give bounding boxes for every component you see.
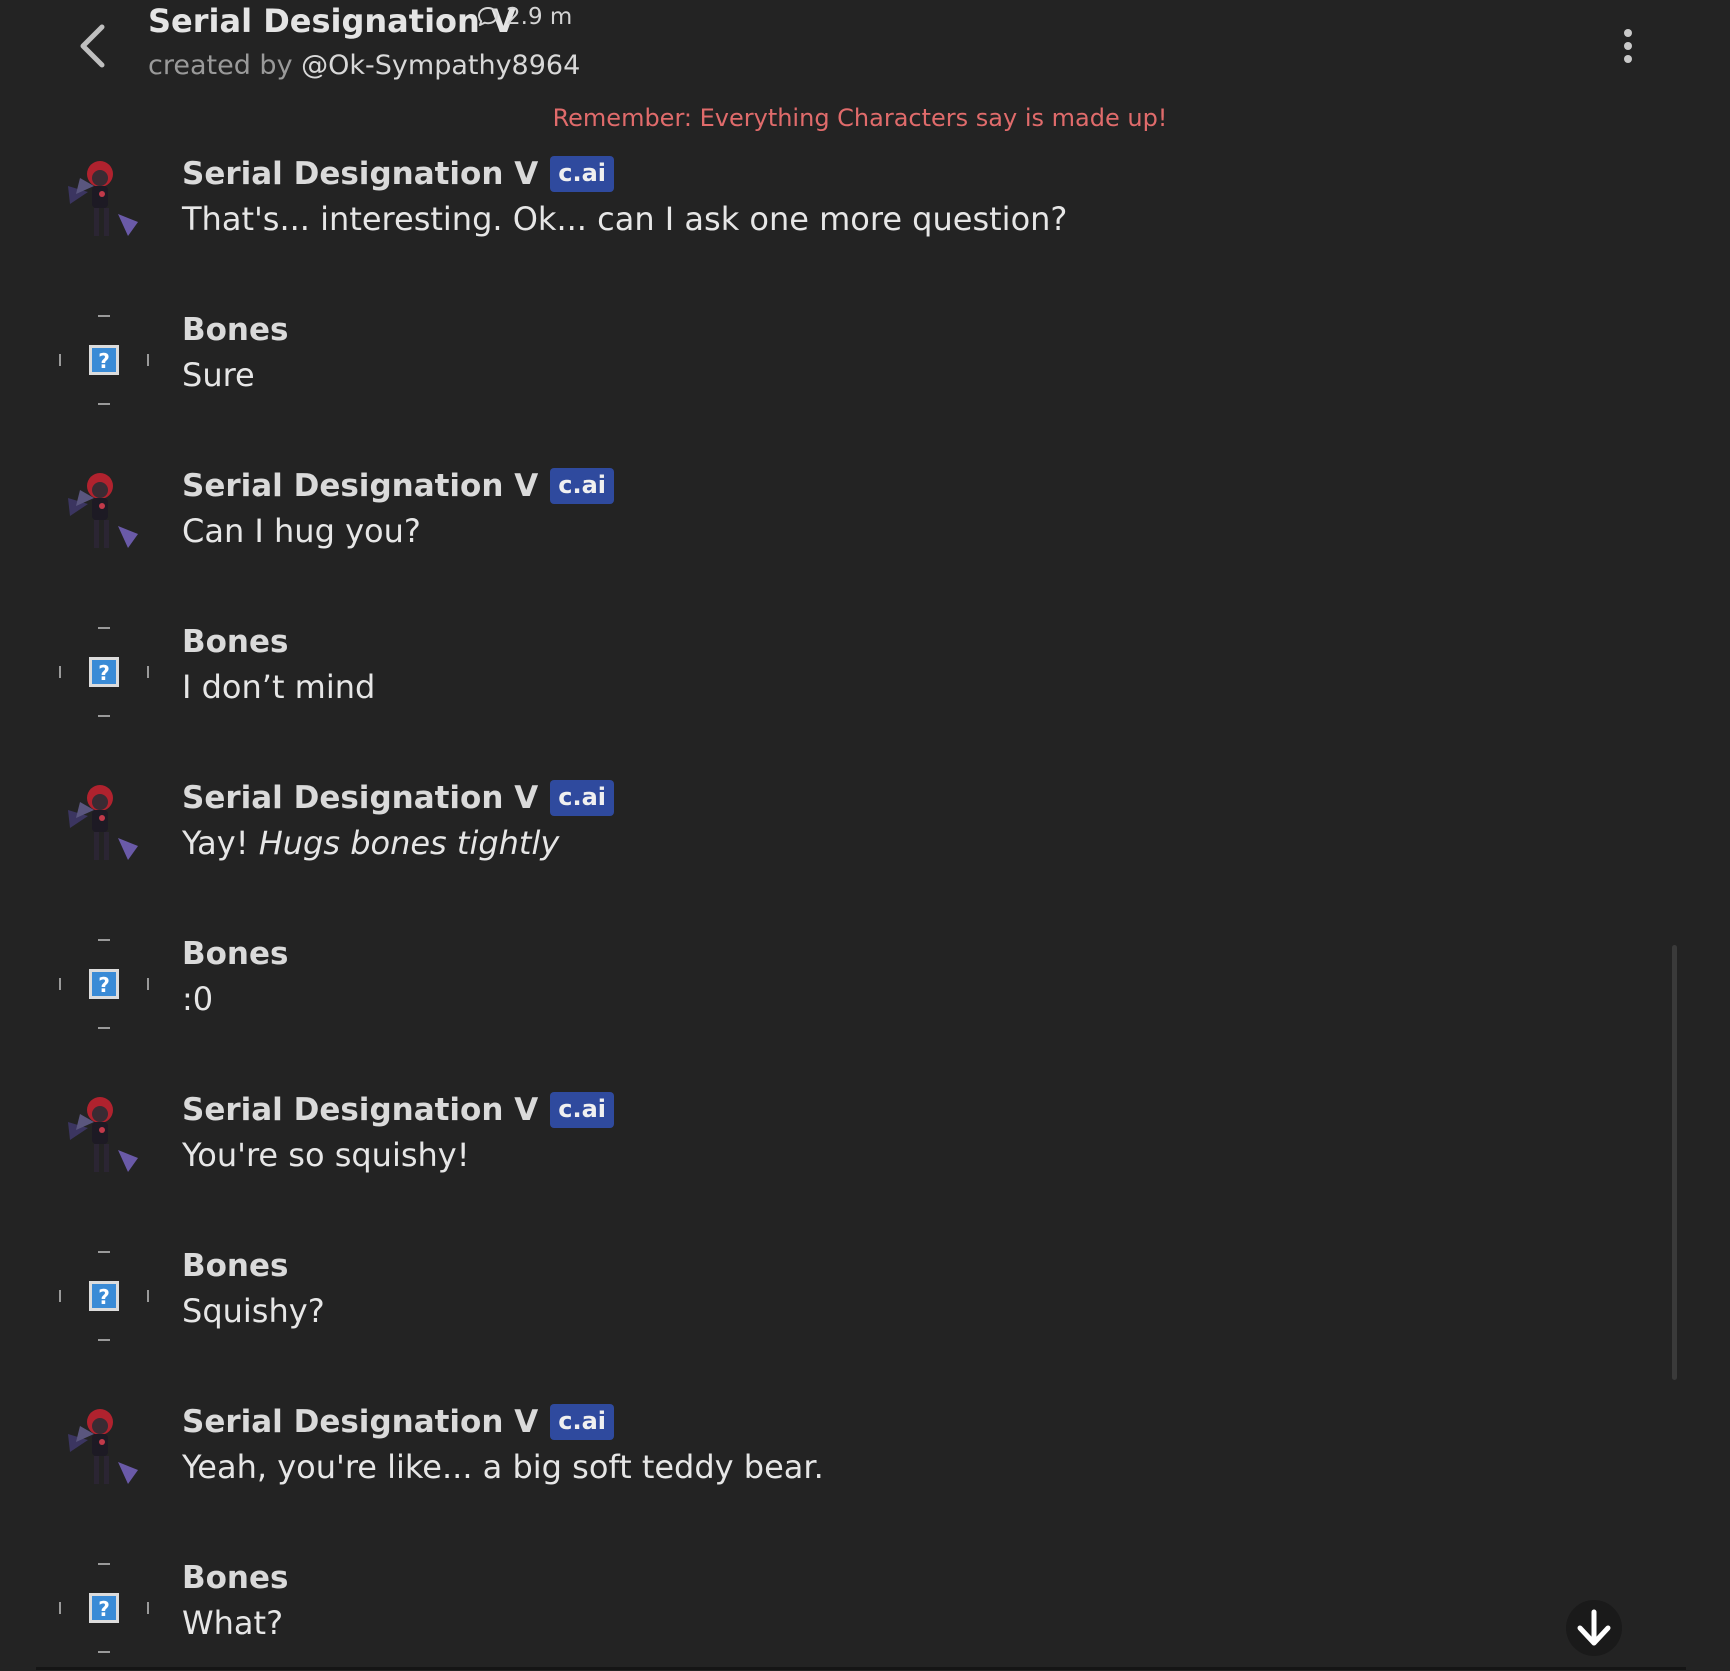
svg-text:?: ? — [98, 1597, 110, 1621]
message-author: Bones — [182, 624, 289, 660]
more-options-button[interactable] — [1612, 22, 1644, 70]
message-row: Serial Designation V c.ai That's... inte… — [0, 156, 1660, 308]
cai-badge: c.ai — [550, 780, 614, 816]
character-avatar[interactable] — [58, 156, 150, 248]
chat-bubble-icon — [478, 7, 498, 26]
message-author: Bones — [182, 312, 289, 348]
message-row: ? Bones Sure — [0, 312, 1660, 464]
message-author: Serial Designation V c.ai — [182, 780, 614, 816]
more-vertical-icon — [1624, 29, 1632, 37]
message-text: :0 — [182, 980, 214, 1018]
message-row: ? Bones :0 — [0, 936, 1660, 1088]
svg-text:?: ? — [98, 1285, 110, 1309]
message-author: Bones — [182, 1560, 289, 1596]
message-author: Serial Designation V c.ai — [182, 1092, 614, 1128]
cai-badge: c.ai — [550, 1404, 614, 1440]
chat-screen: Serial Designation V 2.9 m created by @O… — [0, 0, 1730, 1671]
user-avatar[interactable]: ? — [58, 626, 150, 718]
character-title: Serial Designation V — [148, 2, 516, 40]
message-row: ? Bones What? — [0, 1560, 1660, 1671]
created-by-label: created by — [148, 50, 293, 81]
creator-handle[interactable]: @Ok-Sympathy8964 — [301, 50, 580, 81]
user-avatar[interactable]: ? — [58, 1562, 150, 1654]
cai-badge: c.ai — [550, 156, 614, 192]
back-button[interactable] — [70, 20, 114, 72]
message-author: Serial Designation V c.ai — [182, 1404, 614, 1440]
message-text: Yeah, you're like... a big soft teddy be… — [182, 1448, 824, 1486]
message-row: Serial Designation V c.ai Can I hug you? — [0, 468, 1660, 620]
scroll-to-bottom-button[interactable] — [1566, 1600, 1622, 1656]
user-avatar[interactable]: ? — [58, 1250, 150, 1342]
chat-count-value: 2.9 m — [506, 4, 573, 30]
cai-badge: c.ai — [550, 468, 614, 504]
message-text-plain: Yay! — [182, 824, 249, 862]
message-row: ? Bones I don’t mind — [0, 624, 1660, 776]
character-avatar[interactable] — [58, 1404, 150, 1496]
message-text: Squishy? — [182, 1292, 325, 1330]
character-avatar[interactable] — [58, 780, 150, 872]
message-text: You're so squishy! — [182, 1136, 470, 1174]
scrollbar-thumb[interactable] — [1672, 945, 1677, 1380]
message-text-action: Hugs bones tightly — [258, 824, 560, 862]
message-text: I don’t mind — [182, 668, 376, 706]
message-text: Can I hug you? — [182, 512, 421, 550]
divider — [36, 1667, 1686, 1670]
message-author: Bones — [182, 936, 289, 972]
message-text: Yay! Hugs bones tightly — [182, 824, 559, 862]
chat-count: 2.9 m — [476, 4, 572, 30]
message-row: Serial Designation V c.ai You're so squi… — [0, 1092, 1660, 1244]
arrow-down-icon — [1577, 1609, 1611, 1646]
disclaimer-text: Remember: Everything Characters say is m… — [552, 104, 1168, 132]
svg-text:?: ? — [98, 349, 110, 373]
chevron-left-icon — [80, 24, 105, 68]
message-row: ? Bones Squishy? — [0, 1248, 1660, 1400]
message-text: Sure — [182, 356, 255, 394]
message-author: Serial Designation V c.ai — [182, 468, 614, 504]
character-avatar[interactable] — [58, 468, 150, 560]
svg-text:?: ? — [98, 661, 110, 685]
message-author: Bones — [182, 1248, 289, 1284]
svg-text:?: ? — [98, 973, 110, 997]
message-row: Serial Designation V c.ai Yeah, you're l… — [0, 1404, 1660, 1556]
user-avatar[interactable]: ? — [58, 314, 150, 406]
message-text: That's... interesting. Ok... can I ask o… — [182, 200, 1068, 238]
user-avatar[interactable]: ? — [58, 938, 150, 1030]
message-row: Serial Designation V c.ai Yay! Hugs bone… — [0, 780, 1660, 932]
message-text: What? — [182, 1604, 284, 1642]
cai-badge: c.ai — [550, 1092, 614, 1128]
creator-line: created by @Ok-Sympathy8964 — [148, 50, 580, 81]
message-author: Serial Designation V c.ai — [182, 156, 614, 192]
character-avatar[interactable] — [58, 1092, 150, 1184]
